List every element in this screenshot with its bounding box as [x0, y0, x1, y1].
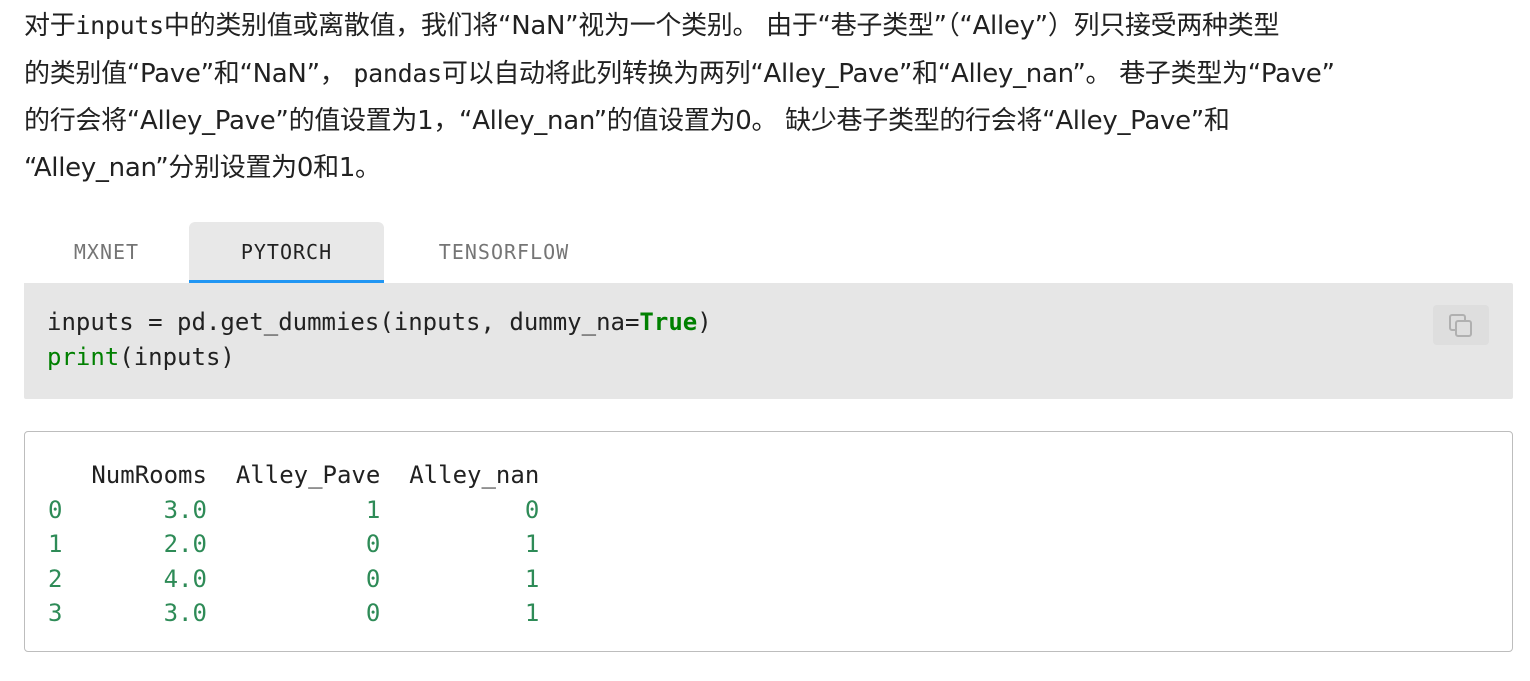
builtin-print: print	[47, 343, 120, 371]
tab-tensorflow[interactable]: TENSORFLOW	[384, 222, 624, 283]
output-block: NumRooms Alley_Pave Alley_nan 0 3.0 1 0 …	[24, 431, 1513, 652]
table-row: 3 3.0 0 1	[48, 599, 540, 627]
copy-icon	[1449, 314, 1472, 337]
paragraph-line-2: 的类别值“Pave”和“NaN”， pandas可以自动将此列转换为两列“All…	[24, 59, 1335, 89]
code-content: inputs = pd.get_dummies(inputs, dummy_na…	[47, 308, 712, 371]
paragraph-line-4: “Alley_nan”分别设置为0和1。	[24, 153, 381, 183]
output-header: NumRooms Alley_Pave Alley_nan	[48, 461, 540, 489]
tab-mxnet[interactable]: MXNET	[24, 222, 189, 283]
paragraph-line-3: 的行会将“Alley_Pave”的值设置为1，“Alley_nan”的值设置为0…	[24, 106, 1230, 136]
tab-pytorch[interactable]: PYTORCH	[189, 222, 384, 283]
description-paragraph: 对于inputs中的类别值或离散值，我们将“NaN”视为一个类别。 由于“巷子类…	[24, 2, 1514, 192]
inline-code-inputs: inputs	[75, 11, 164, 40]
code-block: inputs = pd.get_dummies(inputs, dummy_na…	[24, 283, 1513, 399]
paragraph-line-1: 对于inputs中的类别值或离散值，我们将“NaN”视为一个类别。 由于“巷子类…	[24, 11, 1280, 41]
output-table: NumRooms Alley_Pave Alley_nan 0 3.0 1 0 …	[48, 458, 539, 631]
inline-code-pandas: pandas	[353, 59, 442, 88]
table-row: 1 2.0 0 1	[48, 530, 540, 558]
table-row: 2 4.0 0 1	[48, 564, 540, 593]
keyword-true: True	[639, 308, 698, 336]
framework-tabs: MXNET PYTORCH TENSORFLOW	[24, 222, 624, 283]
copy-button[interactable]	[1433, 305, 1489, 345]
table-row: 0 3.0 1 0	[48, 495, 540, 524]
